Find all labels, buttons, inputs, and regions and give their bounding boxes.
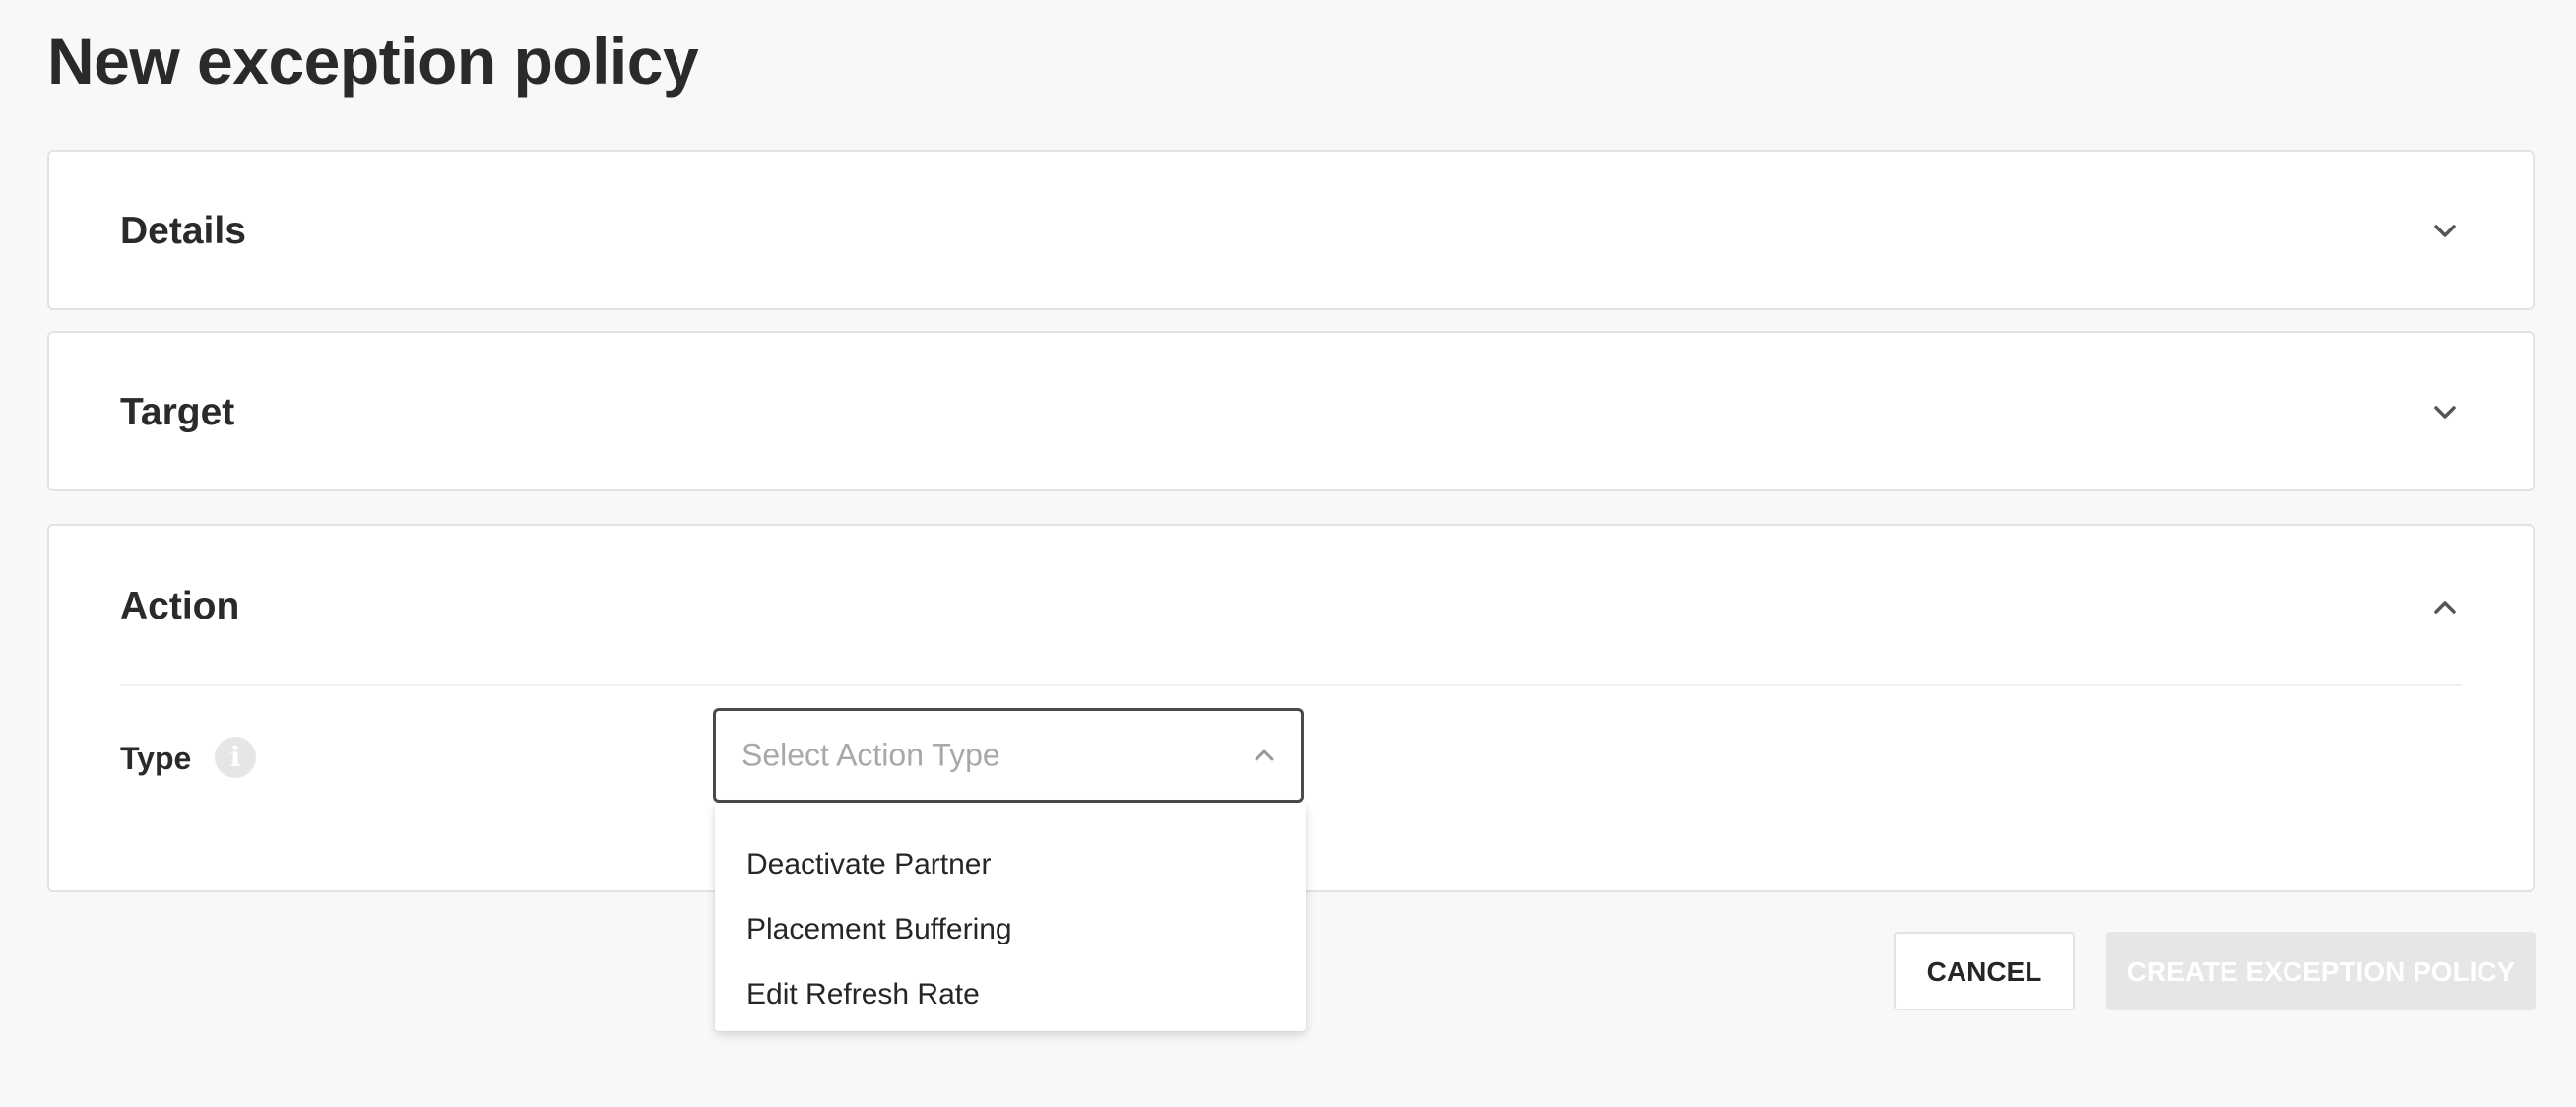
action-section-header[interactable]: Action <box>49 526 2533 686</box>
details-section: Details <box>47 150 2535 310</box>
info-icon[interactable]: i <box>215 737 256 778</box>
details-section-header[interactable]: Details <box>49 152 2533 310</box>
option-edit-refresh-rate[interactable]: Edit Refresh Rate <box>715 962 1306 1027</box>
action-section-title: Action <box>120 584 240 627</box>
target-section-header[interactable]: Target <box>49 333 2533 491</box>
action-type-select[interactable]: Select Action Type <box>713 708 1304 803</box>
cancel-button[interactable]: CANCEL <box>1894 932 2075 1010</box>
chevron-down-icon[interactable] <box>2428 215 2462 248</box>
target-section-title: Target <box>120 390 235 433</box>
chevron-up-icon[interactable] <box>2428 590 2462 623</box>
option-placement-buffering[interactable]: Placement Buffering <box>715 897 1306 962</box>
section-divider <box>120 684 2462 686</box>
action-type-dropdown: Deactivate Partner Placement Buffering E… <box>715 803 1306 1031</box>
page-title: New exception policy <box>47 25 699 98</box>
chevron-down-icon[interactable] <box>2428 396 2462 429</box>
action-type-placeholder: Select Action Type <box>741 737 1000 773</box>
target-section: Target <box>47 331 2535 491</box>
details-section-title: Details <box>120 209 246 252</box>
chevron-up-icon <box>1250 741 1279 770</box>
create-exception-policy-button[interactable]: CREATE EXCEPTION POLICY <box>2106 932 2536 1010</box>
option-deactivate-partner[interactable]: Deactivate Partner <box>715 832 1306 897</box>
type-label: Type <box>120 741 192 776</box>
